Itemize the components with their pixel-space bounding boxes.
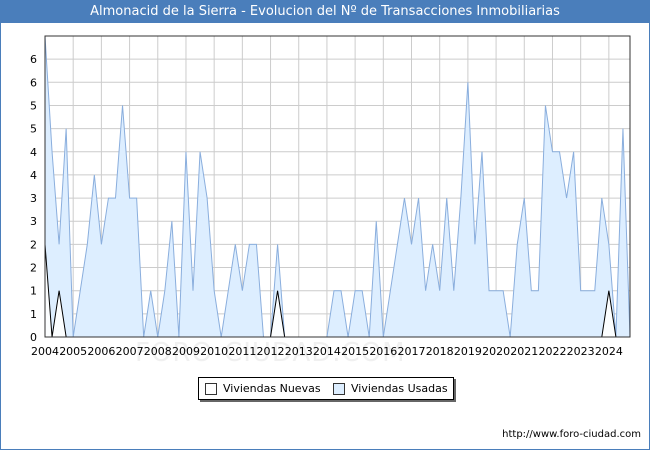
y-tick-label: 4: [30, 169, 37, 182]
y-tick-label: 3: [30, 192, 37, 205]
legend-label-usadas: Viviendas Usadas: [351, 382, 448, 395]
y-tick-label: 5: [30, 123, 37, 136]
y-tick-label: 1: [30, 308, 37, 321]
x-tick-label: 2012: [257, 345, 285, 358]
x-tick-label: 2020: [482, 345, 510, 358]
source-credit: http://www.foro-ciudad.com: [502, 429, 641, 440]
x-tick-label: 2011: [228, 345, 256, 358]
x-tick-label: 2007: [116, 345, 144, 358]
y-tick-label: 3: [30, 215, 37, 228]
legend-swatch-nuevas: [205, 383, 217, 395]
legend-swatch-usadas: [333, 383, 345, 395]
x-tick-label: 2016: [369, 345, 397, 358]
legend-item-usadas: Viviendas Usadas: [333, 382, 448, 396]
x-tick-label: 2006: [87, 345, 115, 358]
y-tick-label: 0: [30, 331, 37, 344]
x-tick-label: 2015: [341, 345, 369, 358]
y-tick-label: 5: [30, 99, 37, 112]
y-tick-label: 4: [30, 146, 37, 159]
x-tick-label: 2009: [172, 345, 200, 358]
legend-label-nuevas: Viviendas Nuevas: [223, 382, 321, 395]
y-tick-label: 2: [30, 262, 37, 275]
y-tick-label: 6: [30, 76, 37, 89]
y-tick-label: 2: [30, 238, 37, 251]
x-tick-label: 2004: [31, 345, 59, 358]
x-tick-label: 2017: [398, 345, 426, 358]
x-tick-label: 2024: [595, 345, 623, 358]
x-tick-label: 2018: [426, 345, 454, 358]
x-tick-label: 2013: [285, 345, 313, 358]
x-tick-label: 2022: [538, 345, 566, 358]
x-tick-label: 2021: [510, 345, 538, 358]
x-tick-label: 2005: [59, 345, 87, 358]
x-tick-label: 2023: [567, 345, 595, 358]
x-tick-label: 2008: [144, 345, 172, 358]
y-tick-label: 1: [30, 285, 37, 298]
legend: Viviendas Nuevas Viviendas Usadas: [198, 377, 454, 400]
x-tick-label: 2010: [200, 345, 228, 358]
y-tick-label: 6: [30, 53, 37, 66]
x-tick-label: 2019: [454, 345, 482, 358]
legend-item-nuevas: Viviendas Nuevas: [205, 382, 321, 396]
x-tick-label: 2014: [313, 345, 341, 358]
